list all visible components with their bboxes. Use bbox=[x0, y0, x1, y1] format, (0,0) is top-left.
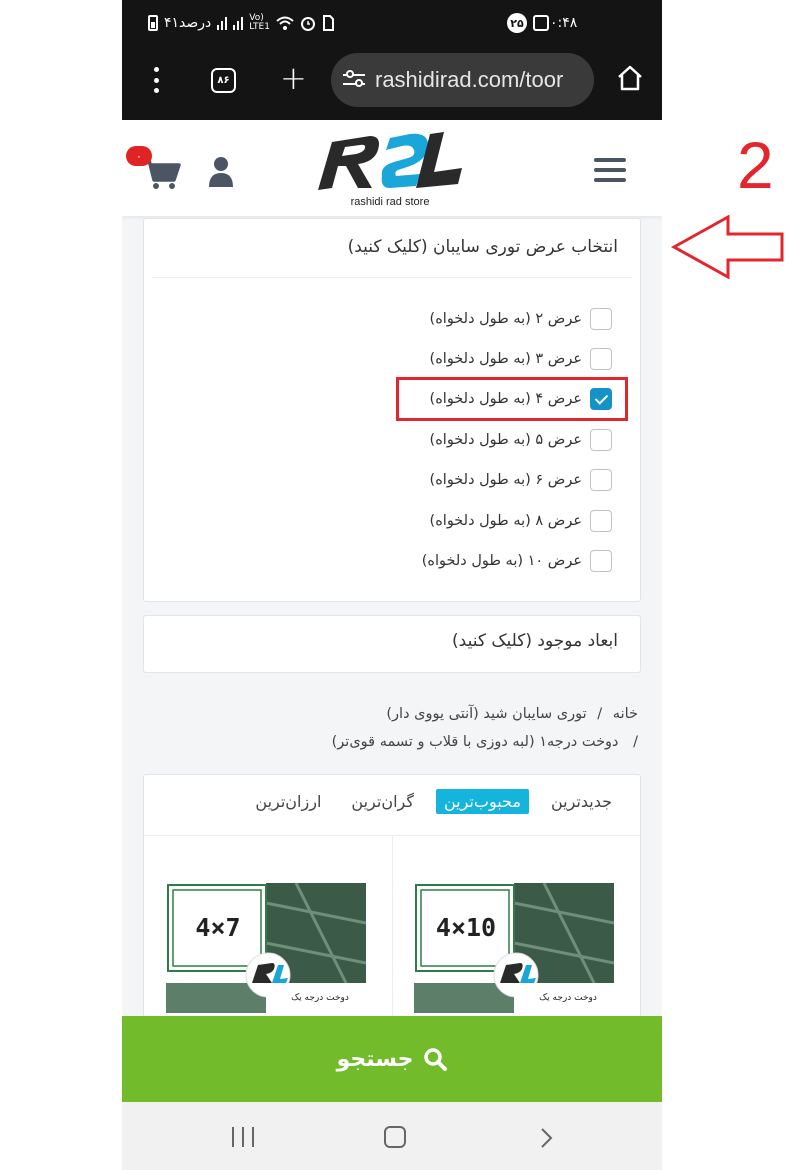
width-option-label[interactable]: عرض ۸ (به طول دلخواه) bbox=[430, 513, 582, 529]
cart-count-badge: ۰ bbox=[126, 146, 152, 166]
breadcrumb-current: دوخت درجه۱ (لبه دوزی با قلاب و تسمه قوی‌… bbox=[331, 734, 619, 750]
product-caption: دوخت درجه یک bbox=[291, 993, 349, 1003]
search-button-label[interactable]: جستجو bbox=[337, 1047, 414, 1072]
width-option-10[interactable]: عرض ۱۰ (به طول دلخواه) bbox=[422, 546, 612, 576]
dimensions-filter-title[interactable]: ابعاد موجود (کلیک کنید) bbox=[452, 631, 618, 651]
tab-switcher-button[interactable]: ۸۶ bbox=[211, 68, 236, 93]
breadcrumb-category[interactable]: توری سایبان شید (آنتی یووی دار) bbox=[386, 706, 586, 722]
home-nav-icon[interactable] bbox=[384, 1126, 406, 1148]
product-card[interactable]: 4×10 دوخت درجه یک bbox=[414, 883, 614, 1013]
width-option-8[interactable]: عرض ۸ (به طول دلخواه) bbox=[430, 506, 612, 536]
checkbox[interactable] bbox=[590, 550, 612, 572]
url-text[interactable]: rashidirad.com/toor bbox=[375, 67, 563, 93]
step-number-annotation: 2 bbox=[737, 128, 774, 202]
status-right-group: ۲۵ bbox=[507, 13, 549, 33]
product-size-label: 4×7 bbox=[195, 913, 241, 942]
search-icon bbox=[424, 1048, 448, 1071]
signal-icon bbox=[217, 16, 228, 30]
wifi-icon bbox=[276, 16, 294, 30]
width-option-label[interactable]: عرض ۶ (به طول دلخواه) bbox=[430, 472, 582, 488]
dimensions-filter-panel[interactable]: ابعاد موجود (کلیک کنید) bbox=[143, 615, 641, 673]
logo-mark bbox=[318, 132, 462, 190]
system-nav-bar bbox=[122, 1102, 662, 1170]
kebab-menu-icon[interactable] bbox=[152, 67, 160, 93]
checkbox[interactable] bbox=[590, 348, 612, 370]
width-option-label[interactable]: عرض ۳ (به طول دلخواه) bbox=[430, 351, 582, 367]
status-left-group: ۴۱درصد Vo) LTE1 bbox=[148, 14, 334, 32]
site-header: ۰ rashidi rad store bbox=[122, 120, 662, 216]
plus-icon[interactable]: + bbox=[280, 62, 307, 94]
checkbox[interactable] bbox=[590, 510, 612, 532]
status-time: ۰:۴۸ bbox=[550, 15, 578, 31]
browser-toolbar: ۸۶ + rashidirad.com/toor bbox=[122, 50, 662, 120]
products-panel: جدیدترین محبوب‌ترین گران‌ترین ارزان‌ترین… bbox=[143, 774, 641, 1035]
checkbox[interactable] bbox=[590, 469, 612, 491]
divider bbox=[152, 277, 632, 278]
search-button[interactable]: جستجو bbox=[122, 1016, 662, 1102]
address-bar[interactable]: rashidirad.com/toor bbox=[331, 53, 594, 107]
status-bar: ۴۱درصد Vo) LTE1 ۲۵ ۰:۴۸ bbox=[122, 0, 662, 50]
battery-icon bbox=[148, 15, 158, 31]
annotation-arrow-icon bbox=[670, 214, 784, 280]
product-card[interactable]: 4×7 دوخت درجه یک bbox=[166, 883, 366, 1013]
width-option-label[interactable]: عرض ۱۰ (به طول دلخواه) bbox=[422, 553, 582, 569]
back-icon[interactable] bbox=[536, 1127, 556, 1149]
sort-tab-cheapest[interactable]: ارزان‌ترین bbox=[247, 789, 329, 814]
breadcrumb-separator: / bbox=[633, 734, 638, 750]
sort-tabs: جدیدترین محبوب‌ترین گران‌ترین ارزان‌ترین bbox=[247, 789, 640, 814]
network-label: Vo) LTE1 bbox=[249, 14, 270, 32]
breadcrumb-separator: / bbox=[597, 706, 603, 722]
breadcrumb-line-2: / دوخت درجه۱ (لبه دوزی با قلاب و تسمه قو… bbox=[332, 734, 638, 750]
divider bbox=[392, 835, 393, 1035]
logo-subtitle: rashidi rad store bbox=[350, 196, 430, 208]
width-option-label[interactable]: عرض ۵ (به طول دلخواه) bbox=[430, 432, 582, 448]
phone-screen: ۴۱درصد Vo) LTE1 ۲۵ ۰:۴۸ ۸۶ + rashidirad.… bbox=[122, 0, 662, 1170]
recent-apps-icon[interactable] bbox=[232, 1127, 254, 1147]
width-option-label[interactable]: عرض ۲ (به طول دلخواه) bbox=[430, 311, 582, 327]
site-logo[interactable]: rashidi rad store bbox=[310, 128, 470, 212]
sim-card-icon bbox=[322, 15, 334, 31]
checkbox[interactable] bbox=[590, 429, 612, 451]
width-option-6[interactable]: عرض ۶ (به طول دلخواه) bbox=[430, 465, 612, 495]
width-option-2[interactable]: عرض ۲ (به طول دلخواه) bbox=[430, 304, 612, 334]
signal-icon-2 bbox=[233, 16, 244, 30]
product-caption: دوخت درجه یک bbox=[539, 993, 597, 1003]
gallery-icon bbox=[533, 15, 549, 31]
sort-tab-expensive[interactable]: گران‌ترین bbox=[343, 789, 422, 814]
site-settings-icon[interactable] bbox=[343, 70, 365, 90]
width-option-3[interactable]: عرض ۳ (به طول دلخواه) bbox=[430, 344, 612, 374]
user-account-icon[interactable] bbox=[208, 156, 234, 188]
checkbox[interactable] bbox=[590, 308, 612, 330]
width-option-5[interactable]: عرض ۵ (به طول دلخواه) bbox=[430, 425, 612, 455]
sort-tab-newest[interactable]: جدیدترین bbox=[543, 789, 620, 814]
home-icon[interactable] bbox=[616, 64, 644, 92]
selection-highlight-box bbox=[396, 377, 628, 421]
sort-tab-popular[interactable]: محبوب‌ترین bbox=[435, 789, 529, 814]
alarm-icon bbox=[300, 17, 315, 31]
battery-text: ۴۱درصد bbox=[164, 15, 212, 31]
hamburger-icon[interactable] bbox=[594, 158, 626, 182]
network-label-bottom: LTE1 bbox=[249, 22, 270, 32]
notification-count-badge: ۲۵ bbox=[507, 13, 527, 33]
product-size-label: 4×10 bbox=[435, 913, 497, 942]
width-filter-title[interactable]: انتخاب عرض توری سایبان (کلیک کنید) bbox=[348, 237, 618, 257]
breadcrumb: خانه / توری سایبان شید (آنتی یووی دار) bbox=[386, 706, 638, 722]
breadcrumb-home[interactable]: خانه bbox=[613, 706, 638, 722]
